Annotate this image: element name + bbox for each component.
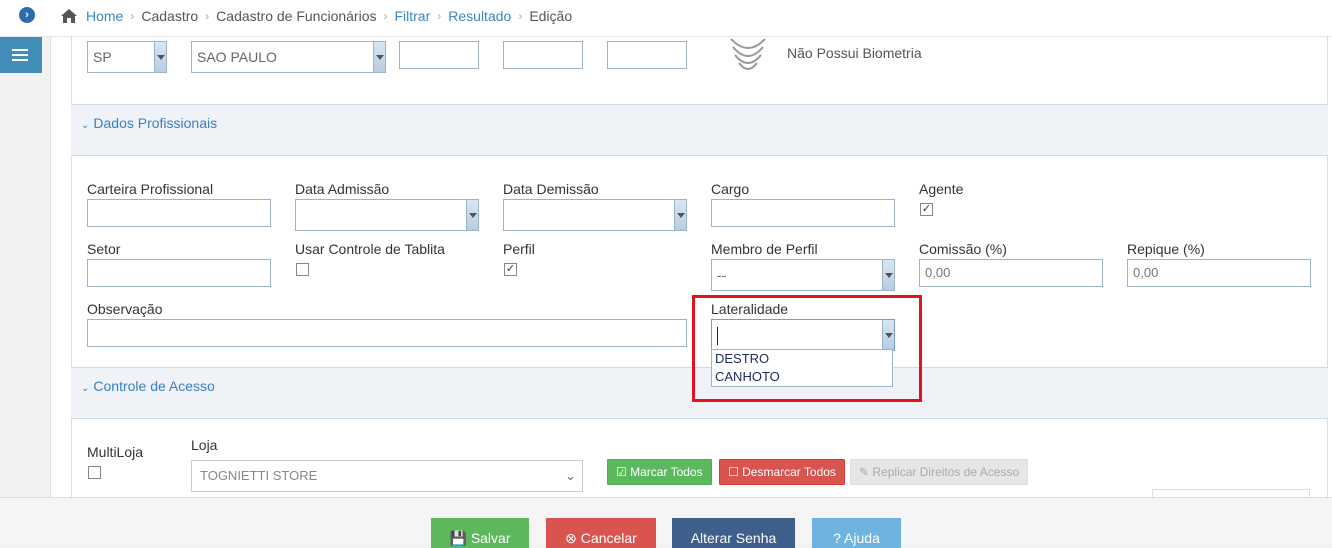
save-label: Salvar [470, 530, 511, 546]
fingerprint-icon [730, 38, 766, 70]
membro-value: -- [717, 267, 727, 283]
chevron-right-icon: › [518, 9, 523, 23]
breadcrumb-resultado[interactable]: Resultado [448, 8, 511, 24]
breadcrumb-home[interactable]: Home [86, 8, 123, 24]
tablita-label: Usar Controle de Tablita [295, 241, 445, 257]
agente-label: Agente [919, 181, 964, 197]
chevron-right-icon: › [205, 9, 210, 23]
demissao-label: Data Demissão [503, 181, 599, 197]
city-value: SAO PAULO [197, 49, 277, 65]
perfil-checkbox[interactable]: ✓ [504, 263, 517, 276]
marcar-todos-label: Marcar Todos [630, 465, 703, 479]
help-button[interactable]: ? Ajuda [812, 518, 901, 548]
cancel-button[interactable]: ⊗ Cancelar [546, 518, 656, 548]
city-select[interactable]: SAO PAULO [191, 41, 386, 73]
cancel-label: Cancelar [580, 530, 637, 546]
address-field-1[interactable] [399, 41, 479, 69]
multiloja-checkbox[interactable] [88, 466, 101, 479]
membro-label: Membro de Perfil [711, 241, 818, 257]
repique-input[interactable]: 0,00 [1127, 259, 1311, 287]
save-icon: 💾 [449, 530, 467, 546]
admissao-label: Data Admissão [295, 181, 390, 197]
setor-label: Setor [87, 241, 121, 257]
state-select[interactable]: SP [87, 41, 167, 73]
address-field-2[interactable] [503, 41, 583, 69]
breadcrumb-edicao: Edição [529, 8, 573, 24]
section-title-professional: Dados Profissionais [93, 115, 218, 131]
demissao-select[interactable] [503, 199, 687, 231]
address-field-3[interactable] [607, 41, 687, 69]
main-content: SP SAO PAULO Não Possui Biometria ⌄ Dados… [51, 37, 1332, 497]
breadcrumb-cadastro: Cadastro [141, 8, 199, 24]
sidebar-toggle-icon[interactable]: › [19, 7, 35, 23]
footer-bar: 💾 Salvar ⊗ Cancelar Alterar Senha ? Ajud… [0, 497, 1332, 548]
setor-input[interactable] [87, 259, 271, 287]
section-title-access: Controle de Acesso [93, 378, 215, 394]
cancel-icon: ⊗ [565, 530, 577, 546]
loja-value: TOGNIETTI STORE [200, 468, 318, 483]
loja-select[interactable]: TOGNIETTI STORE ⌄ [191, 460, 583, 492]
square-icon: ☐ [728, 465, 739, 479]
chevron-right-icon: › [437, 9, 442, 23]
biometry-status: Não Possui Biometria [787, 45, 922, 61]
section-dados-profissionais[interactable]: ⌄ Dados Profissionais [71, 104, 1328, 156]
chevron-right-icon: › [130, 9, 135, 23]
change-password-label: Alterar Senha [690, 530, 777, 546]
replicar-button[interactable]: ✎ Replicar Direitos de Acesso [850, 459, 1029, 485]
desmarcar-todos-label: Desmarcar Todos [742, 465, 836, 479]
menu-button[interactable] [0, 37, 42, 73]
chevron-right-icon: › [383, 9, 388, 23]
highlight-box [692, 295, 922, 402]
state-value: SP [93, 49, 112, 65]
partial-input[interactable] [1152, 489, 1310, 497]
sidebar [0, 37, 51, 497]
comissao-label: Comissão (%) [919, 241, 1007, 257]
help-label: Ajuda [844, 530, 880, 546]
marcar-todos-button[interactable]: ☑ Marcar Todos [607, 459, 712, 485]
comissao-input[interactable]: 0,00 [919, 259, 1103, 287]
agente-checkbox[interactable]: ✓ [920, 203, 933, 216]
tablita-checkbox[interactable] [296, 263, 309, 276]
admissao-select[interactable] [295, 199, 479, 231]
chevron-down-icon: ⌄ [81, 383, 90, 394]
home-icon[interactable] [60, 8, 78, 24]
perfil-label: Perfil [503, 241, 535, 257]
replicar-label: Replicar Direitos de Acesso [872, 465, 1020, 479]
loja-label: Loja [191, 437, 218, 453]
change-password-button[interactable]: Alterar Senha [672, 518, 795, 548]
membro-select[interactable]: -- [711, 259, 895, 291]
help-icon: ? [833, 530, 841, 546]
breadcrumb-filtrar[interactable]: Filtrar [394, 8, 430, 24]
carteira-input[interactable] [87, 199, 271, 227]
save-button[interactable]: 💾 Salvar [431, 518, 529, 548]
carteira-label: Carteira Profissional [87, 181, 214, 197]
desmarcar-todos-button[interactable]: ☐ Desmarcar Todos [719, 459, 845, 485]
observacao-input[interactable] [87, 319, 687, 347]
breadcrumb: Home › Cadastro › Cadastro de Funcionári… [60, 8, 572, 24]
breadcrumb-cadastro-funcionarios: Cadastro de Funcionários [216, 8, 377, 24]
multiloja-label: MultiLoja [87, 444, 144, 460]
cargo-input[interactable] [711, 199, 895, 227]
chevron-down-icon: ⌄ [81, 120, 90, 131]
repique-label: Repique (%) [1127, 241, 1205, 257]
cargo-label: Cargo [711, 181, 750, 197]
observacao-label: Observação [87, 301, 163, 317]
edit-icon: ✎ [859, 465, 870, 479]
top-bar: › Home › Cadastro › Cadastro de Funcioná… [0, 0, 1332, 37]
check-square-icon: ☑ [616, 465, 627, 479]
chevron-down-icon: ⌄ [565, 468, 576, 483]
